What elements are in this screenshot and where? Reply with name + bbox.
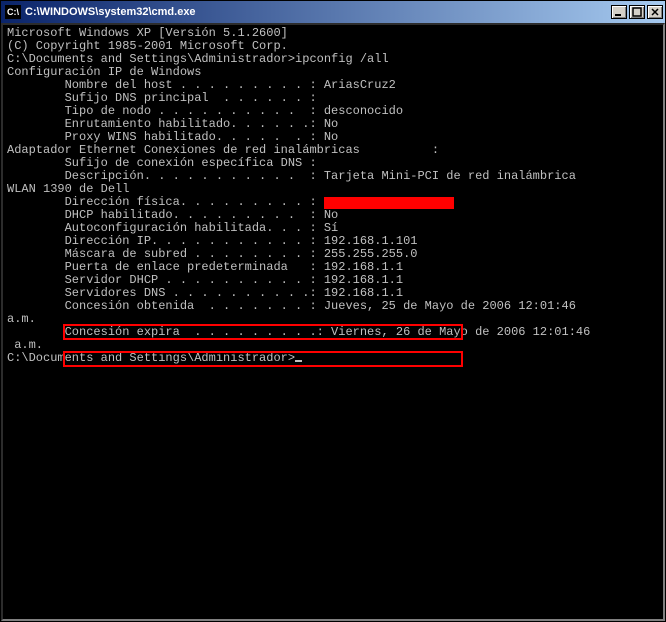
output-line: Concesión obtenida . . . . . . . : Jueve… bbox=[7, 300, 659, 313]
titlebar[interactable]: C:\ C:\WINDOWS\system32\cmd.exe bbox=[1, 1, 665, 23]
maximize-button[interactable] bbox=[629, 5, 645, 19]
close-button[interactable] bbox=[647, 5, 663, 19]
terminal-output[interactable]: Microsoft Windows XP [Versión 5.1.2600] … bbox=[1, 23, 665, 621]
mac-label: Dirección física. . . . . . . . . : bbox=[7, 195, 324, 209]
prompt-text: C:\Documents and Settings\Administrador> bbox=[7, 351, 295, 365]
cursor bbox=[295, 360, 302, 362]
mac-redacted bbox=[324, 197, 454, 209]
prompt-line: C:\Documents and Settings\Administrador> bbox=[7, 352, 659, 365]
window-title: C:\WINDOWS\system32\cmd.exe bbox=[25, 6, 607, 18]
output-line: Concesión expira . . . . . . . . .: Vier… bbox=[7, 326, 659, 339]
minimize-button[interactable] bbox=[611, 5, 627, 19]
cmd-window: C:\ C:\WINDOWS\system32\cmd.exe Microsof… bbox=[0, 0, 666, 622]
cmd-icon: C:\ bbox=[5, 5, 21, 19]
window-controls bbox=[611, 5, 663, 19]
